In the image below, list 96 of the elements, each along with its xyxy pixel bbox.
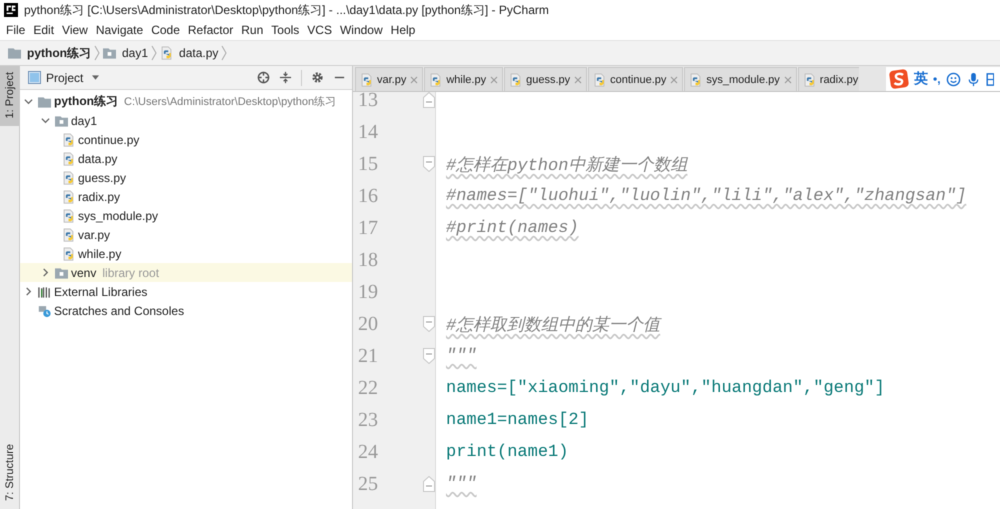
tree-item[interactable]: continue.py xyxy=(78,132,140,146)
line-number: 20 xyxy=(357,312,379,336)
code-line: name1=names[2] xyxy=(446,410,589,430)
code-line: print(name1) xyxy=(446,442,568,462)
python-file-icon xyxy=(509,72,522,86)
code-line: #names=["luohui","luolin","lili","alex","zhangsan"] xyxy=(446,186,966,206)
punctuation-toggle[interactable]: •, xyxy=(933,72,941,86)
line-number: 15 xyxy=(357,152,379,176)
menu-item[interactable]: Help xyxy=(386,23,420,37)
line-number: 17 xyxy=(357,216,379,240)
breadcrumb-item[interactable]: day1 xyxy=(122,46,148,60)
breadcrumb-item[interactable]: python练习 xyxy=(27,44,91,62)
panel-title[interactable]: Project xyxy=(46,70,84,84)
menu-item[interactable]: Tools xyxy=(267,23,304,37)
tree-item[interactable]: data.py xyxy=(78,152,118,166)
settings-icon[interactable] xyxy=(311,71,324,84)
python-file-icon xyxy=(160,46,174,60)
menu-item[interactable]: File xyxy=(2,23,30,37)
folder-icon xyxy=(55,266,68,280)
menu-item[interactable]: Refactor xyxy=(184,23,238,37)
code-line: #print(names) xyxy=(446,218,579,238)
tree-item[interactable]: sys_module.py xyxy=(78,208,158,222)
grid-icon[interactable] xyxy=(986,72,994,86)
line-number: 21 xyxy=(357,344,379,368)
menu-item[interactable]: View xyxy=(58,23,92,37)
python-file-icon xyxy=(689,72,702,86)
window-title: python练习 [C:\Users\Administrator\Desktop\python练习] - ...\day1\data.py [python练习] - PyCharm xyxy=(24,2,549,18)
dropdown-caret-icon[interactable] xyxy=(92,75,100,80)
tree-item[interactable]: var.py xyxy=(78,228,110,242)
panel-icon xyxy=(28,71,41,84)
project-path: C:\Users\Administrator\Desktop\python练习 xyxy=(124,95,336,109)
folder-icon xyxy=(38,94,51,108)
tree-item[interactable]: Scratches and Consoles xyxy=(54,304,184,318)
tree-item[interactable]: while.py xyxy=(78,246,122,260)
python-file-icon xyxy=(62,152,75,166)
tree-item[interactable]: External Libraries xyxy=(54,284,148,298)
side-tab[interactable]: 7: Structure xyxy=(0,438,19,509)
chevron-icon xyxy=(151,45,158,61)
editor-tab[interactable]: while.py xyxy=(424,67,504,91)
code-line: names=["xiaoming","dayu","huangdan","geng"] xyxy=(446,378,885,398)
editor-tab[interactable]: sys_module.py xyxy=(684,67,797,91)
line-number: 23 xyxy=(357,408,379,432)
chevron-icon xyxy=(94,45,100,61)
python-file-icon xyxy=(802,72,816,86)
ime-logo-icon[interactable] xyxy=(889,69,909,89)
python-file-icon xyxy=(62,170,75,184)
libraries-icon xyxy=(38,284,51,298)
code-line: #怎样取到数组中的某一个值 xyxy=(446,314,660,336)
library-root-label: library root xyxy=(102,266,160,280)
python-file-icon xyxy=(62,228,75,242)
line-number: 24 xyxy=(357,440,379,464)
editor-tab[interactable]: var.py xyxy=(355,67,424,91)
smiley-icon[interactable] xyxy=(946,72,961,86)
editor-tab[interactable]: guess.py xyxy=(504,67,588,91)
breadcrumb-item[interactable]: data.py xyxy=(179,46,218,60)
crosshair-icon[interactable] xyxy=(257,71,270,84)
line-number: 14 xyxy=(357,120,379,144)
code-line: """ xyxy=(446,474,477,494)
code-line: """ xyxy=(446,346,477,366)
python-file-icon xyxy=(62,246,75,260)
scratches-icon xyxy=(38,304,51,318)
menu-item[interactable]: Code xyxy=(147,23,184,37)
collapse-icon[interactable] xyxy=(279,71,292,84)
python-file-icon xyxy=(360,72,373,86)
line-number: 16 xyxy=(357,184,379,208)
python-file-icon xyxy=(62,208,75,222)
folder-icon xyxy=(55,114,68,128)
microphone-icon[interactable] xyxy=(966,72,981,86)
tree-item[interactable]: python练习 xyxy=(54,93,118,110)
folder-icon xyxy=(8,46,21,60)
editor-tab[interactable]: radix.py xyxy=(798,67,860,91)
python-file-icon xyxy=(62,132,75,146)
python-file-icon xyxy=(62,190,75,204)
folder-icon xyxy=(103,46,116,60)
editor-tab[interactable]: continue.py xyxy=(588,67,684,91)
python-file-icon xyxy=(593,72,606,86)
line-number: 13 xyxy=(357,92,379,112)
menu-item[interactable]: VCS xyxy=(303,23,336,37)
chevron-icon xyxy=(221,45,228,61)
side-tab[interactable]: 1: Project xyxy=(0,66,19,126)
tree-item[interactable]: day1 xyxy=(71,114,98,128)
app-logo-icon xyxy=(4,3,18,17)
line-number: 18 xyxy=(357,248,379,272)
line-number: 22 xyxy=(357,376,379,400)
tree-item[interactable]: radix.py xyxy=(78,190,120,204)
menu-item[interactable]: Navigate xyxy=(92,23,148,37)
code-line: #怎样在python中新建一个数组 xyxy=(446,154,688,176)
tree-item[interactable]: venv xyxy=(71,266,96,280)
menu-item[interactable]: Edit xyxy=(29,23,58,37)
menu-item[interactable]: Run xyxy=(237,23,268,37)
menu-item[interactable]: Window xyxy=(336,23,387,37)
line-number: 25 xyxy=(357,472,379,496)
tree-item[interactable]: guess.py xyxy=(78,170,126,184)
python-file-icon xyxy=(429,72,442,86)
line-number: 19 xyxy=(357,280,379,304)
language-toggle[interactable]: 英 xyxy=(914,70,928,88)
